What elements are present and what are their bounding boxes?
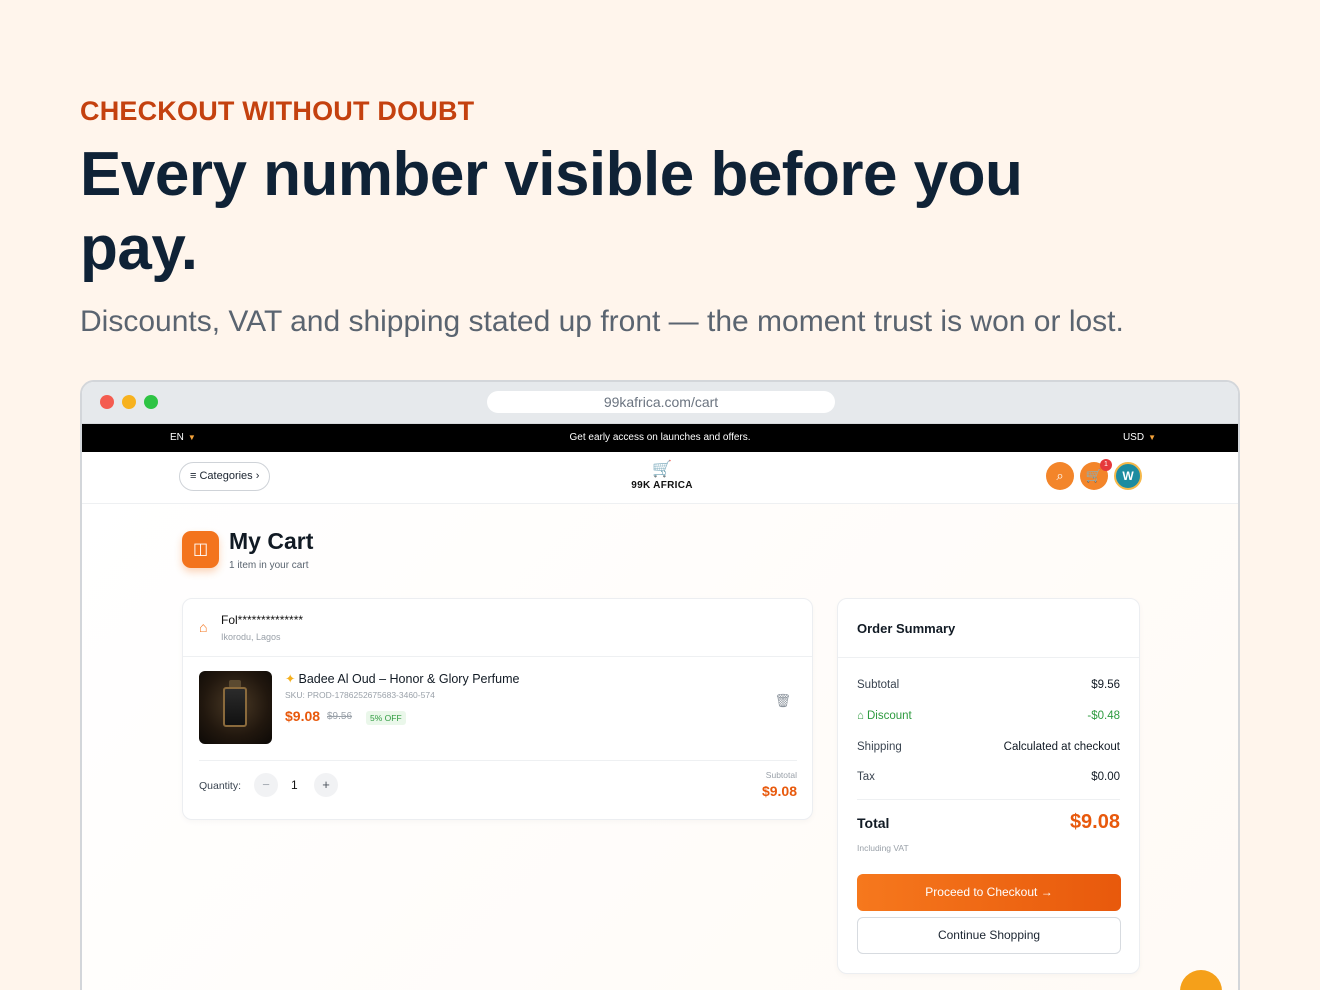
summary-label: Subtotal xyxy=(857,679,900,691)
decrease-quantity-button[interactable]: − xyxy=(254,773,278,797)
search-icon[interactable]: ⌕ xyxy=(1046,462,1074,490)
total-value: $9.08 xyxy=(1069,811,1120,833)
announcement-bar: EN ▼ Get early access on launches and off… xyxy=(82,424,1238,452)
brand-name: 99K AFRICA xyxy=(631,480,693,491)
quantity-value[interactable]: 1 xyxy=(291,778,298,792)
summary-value: -$0.48 xyxy=(1087,710,1120,722)
cart-count-badge: 1 xyxy=(1100,459,1112,471)
product-sku: SKU: PROD-1786252675683-3460-574 xyxy=(285,690,435,700)
page-title: My Cart xyxy=(229,528,314,554)
chevron-down-icon: ▼ xyxy=(1148,433,1156,442)
summary-label: ⌂ Discount xyxy=(857,710,912,722)
seller-location: Ikorodu, Lagos xyxy=(221,632,281,642)
cart-icon[interactable]: 🛒 1 xyxy=(1080,459,1112,490)
product-name-text: Badee Al Oud – Honor & Glory Perfume xyxy=(298,672,520,686)
divider xyxy=(838,657,1139,658)
order-summary-card: Order Summary Subtotal $9.56 ⌂ Discount -… xyxy=(837,598,1140,974)
shopping-bag-icon: ◫ xyxy=(182,531,219,568)
close-window-dot[interactable] xyxy=(100,395,114,409)
site-logo[interactable]: 🛒 99K AFRICA xyxy=(622,461,702,492)
summary-row-tax: Tax $0.00 xyxy=(857,771,1120,787)
tag-icon: ⌂ xyxy=(857,710,864,722)
summary-value: $9.56 xyxy=(1091,679,1120,691)
vat-note: Including VAT xyxy=(857,843,909,853)
seller-header: ⌂ Fol************** Ikorodu, Lagos xyxy=(183,599,812,657)
summary-label: Shipping xyxy=(857,741,902,753)
site-header: ≡ Categories › 🛒 99K AFRICA ⌕ 🛒 1 W xyxy=(82,452,1238,504)
subheadline: Discounts, VAT and shipping stated up fr… xyxy=(80,305,1124,338)
summary-row-subtotal: Subtotal $9.56 xyxy=(857,679,1120,695)
divider xyxy=(857,799,1120,800)
currency-value: USD xyxy=(1122,432,1145,443)
minimize-window-dot[interactable] xyxy=(122,395,136,409)
continue-shopping-button[interactable]: Continue Shopping xyxy=(857,917,1121,954)
product-image[interactable] xyxy=(199,671,272,744)
cart-item: ✦ Badee Al Oud – Honor & Glory Perfume SK… xyxy=(199,671,797,761)
cart-items-card: ⌂ Fol************** Ikorodu, Lagos ✦ Bade… xyxy=(182,598,813,820)
summary-value: $0.00 xyxy=(1091,771,1120,783)
promo-text: Get early access on launches and offers. xyxy=(569,432,751,443)
browser-window: 99kafrica.com/cart EN ▼ Get early access … xyxy=(80,380,1240,990)
cart-page: ◫ My Cart 1 item in your cart ⌂ Fol*****… xyxy=(82,504,1238,990)
categories-button[interactable]: ≡ Categories › xyxy=(179,462,271,491)
total-label: Total xyxy=(857,815,890,831)
trash-icon[interactable]: 🗑 xyxy=(774,693,791,709)
categories-label: ≡ Categories xyxy=(190,470,253,482)
product-name[interactable]: ✦ Badee Al Oud – Honor & Glory Perfume xyxy=(285,671,519,686)
product-price: $9.08 xyxy=(285,708,321,724)
seller-name: Fol************** xyxy=(221,613,304,627)
summary-row-discount: ⌂ Discount -$0.48 xyxy=(857,710,1120,726)
chevron-right-icon: › xyxy=(255,470,260,482)
star-icon: ✦ xyxy=(285,672,296,686)
summary-label-text: Discount xyxy=(866,710,912,722)
headline: Every number visible before you pay. xyxy=(80,140,1023,283)
avatar[interactable]: W xyxy=(1114,462,1142,490)
item-subtotal-label: Subtotal xyxy=(765,770,797,780)
discount-badge: 5% OFF xyxy=(366,711,406,725)
currency-selector[interactable]: USD ▼ xyxy=(1123,432,1156,443)
cart-item-count: 1 item in your cart xyxy=(229,560,309,571)
order-summary-title: Order Summary xyxy=(857,621,956,636)
proceed-to-checkout-button[interactable]: Proceed to Checkout → xyxy=(857,874,1121,911)
browser-chrome: 99kafrica.com/cart xyxy=(82,382,1238,424)
bottle xyxy=(223,687,247,727)
address-bar[interactable]: 99kafrica.com/cart xyxy=(487,391,835,413)
increase-quantity-button[interactable]: + xyxy=(314,773,338,797)
store-icon: ⌂ xyxy=(199,619,208,635)
summary-row-shipping: Shipping Calculated at checkout xyxy=(857,741,1120,757)
quantity-label: Quantity: xyxy=(199,780,242,792)
maximize-window-dot[interactable] xyxy=(144,395,158,409)
summary-value: Calculated at checkout xyxy=(1003,741,1120,753)
eyebrow: CHECKOUT WITHOUT DOUBT xyxy=(80,96,475,126)
item-subtotal-value: $9.08 xyxy=(761,783,797,799)
logo-cart-icon: 🛒 xyxy=(652,461,672,478)
quantity-row: Quantity: − 1 + Subtotal $9.08 xyxy=(199,767,797,807)
summary-label: Tax xyxy=(857,771,875,783)
product-old-price: $9.56 xyxy=(327,711,353,722)
